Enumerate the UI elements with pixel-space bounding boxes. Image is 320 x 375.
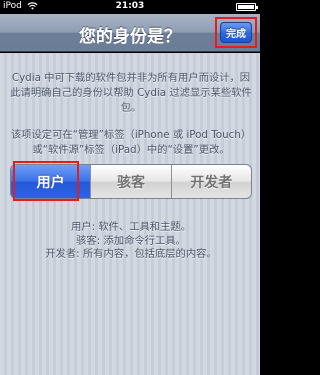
role-developer-description: 开发者: 所有内容，包括底层的内容。 bbox=[45, 248, 217, 260]
intro-text: Cydia 中可下载的软件包并非为所有用户而设计，因此请明确自己的身份以帮助 C… bbox=[10, 71, 252, 170]
done-button-highlight: 完成 bbox=[215, 17, 257, 48]
intro-paragraph-1: Cydia 中可下载的软件包并非为所有用户而设计，因此请明确自己的身份以帮助 C… bbox=[10, 72, 252, 114]
role-user-description: 用户: 软件、工具和主题。 bbox=[70, 221, 191, 233]
role-hacker-description: 骇客: 添加命令行工具。 bbox=[76, 234, 186, 247]
navigation-bar: 您的身份是？ 完成 bbox=[0, 14, 260, 52]
battery-icon bbox=[236, 3, 258, 11]
done-button[interactable]: 完成 bbox=[220, 22, 252, 43]
role-segmented-control: 用户 骇客 开发者 bbox=[10, 164, 252, 199]
intro-paragraph-2: 该项设定可在“管理”标签（iPhone 或 iPod Touch）或“软件源”标… bbox=[10, 129, 252, 156]
role-descriptions: 用户: 软件、工具和主题。 骇客: 添加命令行工具。 开发者: 所有内容，包括底… bbox=[10, 221, 252, 262]
clock-time: 21:03 bbox=[115, 1, 145, 11]
content-area: Cydia 中可下载的软件包并非为所有用户而设计，因此请明确自己的身份以帮助 C… bbox=[0, 53, 260, 375]
segment-user[interactable]: 用户 bbox=[11, 165, 91, 198]
segment-developer[interactable]: 开发者 bbox=[170, 165, 251, 198]
status-bar: iPod 21:03 bbox=[0, 0, 260, 14]
segment-hacker[interactable]: 骇客 bbox=[90, 165, 170, 198]
